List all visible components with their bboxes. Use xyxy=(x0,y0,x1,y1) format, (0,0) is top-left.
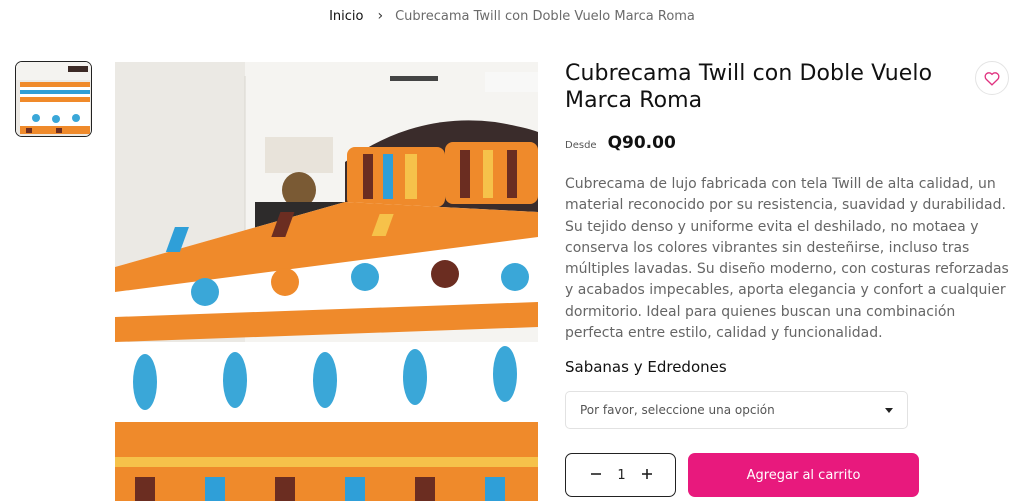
add-to-cart-button[interactable]: Agregar al carrito xyxy=(688,453,919,497)
quantity-input[interactable]: 1 xyxy=(617,468,625,483)
price-row: Desde Q90.00 xyxy=(565,133,676,153)
variant-select-value: Por favor, seleccione una opción xyxy=(580,403,775,417)
variant-select[interactable]: Por favor, seleccione una opción xyxy=(565,391,908,429)
product-description: Cubrecama de lujo fabricada con tela Twi… xyxy=(565,176,1009,342)
chevron-right-icon: › xyxy=(377,8,384,24)
price: Q90.00 xyxy=(607,133,676,153)
product-thumbnail[interactable] xyxy=(15,61,92,137)
caret-down-icon xyxy=(885,407,893,413)
breadcrumb-home-link[interactable]: Inicio xyxy=(329,9,363,24)
minus-icon[interactable] xyxy=(590,466,602,484)
quantity-stepper: 1 xyxy=(565,453,676,497)
heart-icon xyxy=(984,71,1000,86)
wishlist-button[interactable] xyxy=(975,61,1009,95)
plus-icon[interactable] xyxy=(641,466,653,484)
product-main-image xyxy=(115,62,538,501)
variant-label: Sabanas y Edredones xyxy=(565,358,727,376)
breadcrumb-current: Cubrecama Twill con Doble Vuelo Marca Ro… xyxy=(395,8,695,24)
product-title: Cubrecama Twill con Doble Vuelo Marca Ro… xyxy=(565,61,933,113)
breadcrumb: Inicio › Cubrecama Twill con Doble Vuelo… xyxy=(0,0,1024,32)
price-prefix: Desde xyxy=(565,140,597,151)
